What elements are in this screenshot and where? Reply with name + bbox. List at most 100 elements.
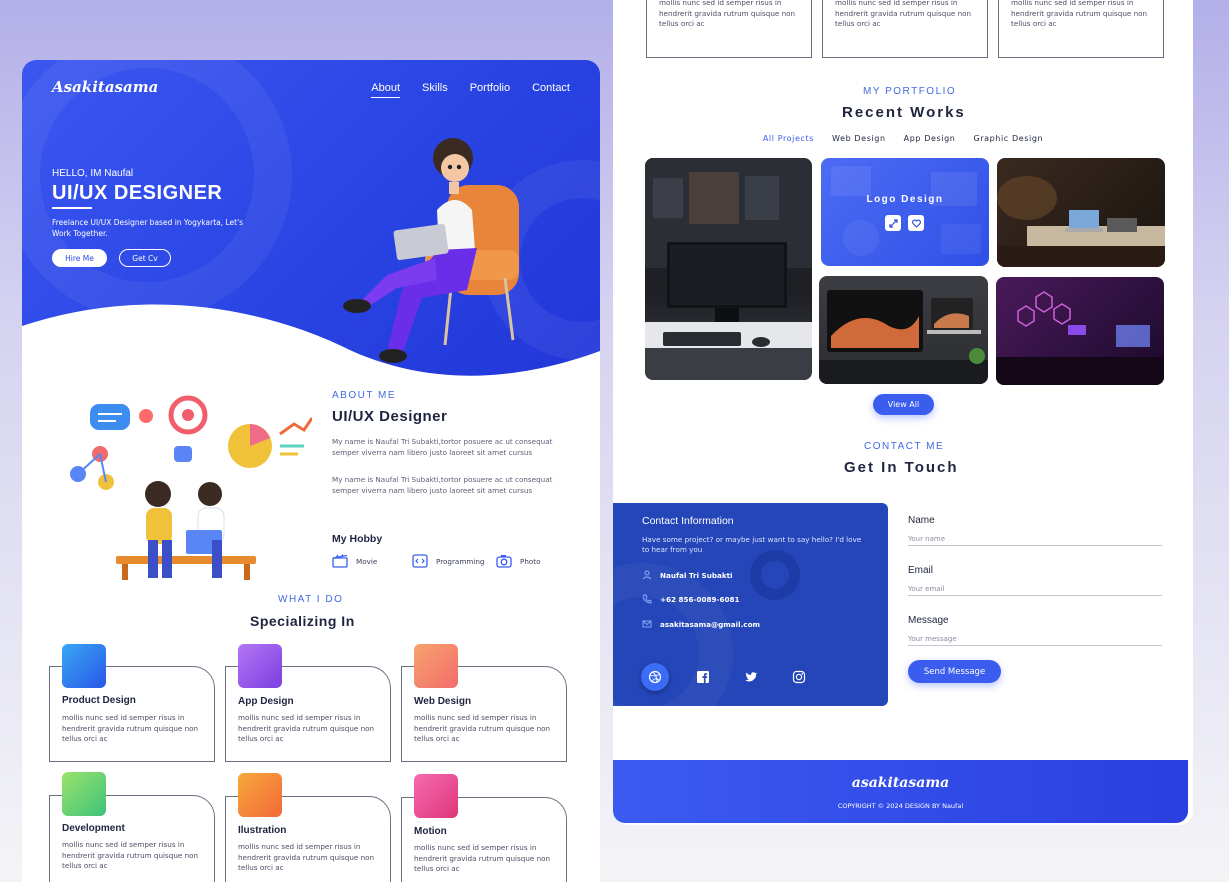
portfolio-tile-desk-setup[interactable]: [645, 158, 812, 380]
portfolio-filters: All Projects Web Design App Design Graph…: [613, 134, 1193, 143]
name-label: Name: [908, 515, 935, 526]
service-desc: mollis nunc sed id semper risus in hendr…: [414, 713, 551, 744]
filter-web-design[interactable]: Web Design: [832, 134, 886, 143]
twitter-icon[interactable]: [737, 663, 765, 691]
portfolio-tile-neon-room[interactable]: [996, 277, 1164, 385]
instagram-icon[interactable]: [785, 663, 813, 691]
hero-role: UI/UX DESIGNER: [52, 182, 223, 204]
filter-all-projects[interactable]: All Projects: [763, 134, 814, 143]
dribbble-icon[interactable]: [641, 663, 669, 691]
brand-logo[interactable]: Asakitasama: [52, 78, 158, 96]
hobby-label: Movie: [356, 556, 378, 566]
portfolio-tile-logo-design[interactable]: Logo Design: [821, 158, 989, 266]
service-desc: mollis nunc sed id semper risus in hendr…: [414, 843, 551, 874]
message-input[interactable]: [908, 632, 1162, 646]
web-design-icon: [414, 644, 458, 688]
motion-icon: [414, 774, 458, 818]
about-kicker: ABOUT ME: [332, 390, 397, 401]
footer-logo: asakitasama: [851, 775, 950, 791]
service-desc: mollis nunc sed id semper risus in hendr…: [835, 0, 972, 29]
hero-character-illustration: [343, 138, 519, 363]
about-paragraph-1: My name is Naufal Tri Subakti,tortor pos…: [332, 437, 553, 457]
social-links: [641, 663, 813, 691]
service-card-development-top[interactable]: Development mollis nunc sed id semper ri…: [646, 0, 812, 58]
view-all-button[interactable]: View All: [873, 394, 934, 415]
contact-phone-row: +62 856-0089-6081: [642, 594, 740, 604]
service-card-motion-top[interactable]: Motion mollis nunc sed id semper risus i…: [998, 0, 1164, 58]
contact-decor-ring: [750, 550, 800, 600]
message-label: Message: [908, 615, 949, 626]
services-kicker: WHAT I DO: [278, 594, 344, 605]
nav-link-skills[interactable]: Skills: [422, 82, 448, 98]
contact-kicker: CONTACT ME: [864, 441, 945, 452]
about-paragraph-2: My name is Naufal Tri Subakti,tortor pos…: [332, 475, 553, 495]
nav-link-portfolio[interactable]: Portfolio: [470, 82, 510, 98]
service-title: Motion: [414, 826, 447, 837]
service-desc: mollis nunc sed id semper risus in hendr…: [62, 713, 199, 744]
hobby-label: Programming: [436, 556, 485, 566]
nav-link-about[interactable]: About: [371, 82, 401, 98]
contact-card-subtitle: Have some project? or maybe just want to…: [642, 535, 862, 554]
landing-page-left: Asakitasama About Skills Portfolio Conta…: [22, 60, 600, 882]
service-title: App Design: [238, 696, 294, 707]
hobby-photo: Photo: [496, 554, 541, 568]
contact-phone: +62 856-0089-6081: [660, 594, 740, 604]
portfolio-title: Recent Works: [842, 104, 966, 121]
tile-hover-title: Logo Design: [866, 194, 944, 205]
nav-link-contact[interactable]: Contact: [532, 82, 570, 98]
camera-icon: [496, 555, 512, 568]
service-desc: mollis nunc sed id semper risus in hendr…: [238, 842, 375, 873]
mail-icon: [642, 620, 652, 628]
contact-name-row: Naufal Tri Subakti: [642, 570, 733, 580]
service-title: Ilustration: [238, 825, 287, 836]
get-cv-button[interactable]: Get Cv: [119, 249, 171, 267]
footer: asakitasama COPYRIGHT © 2024 DESIGN BY N…: [613, 760, 1188, 823]
contact-title: Get In Touch: [844, 459, 959, 476]
product-design-icon: [62, 644, 106, 688]
code-icon: [412, 554, 428, 568]
email-input[interactable]: [908, 582, 1162, 596]
contact-email-row: asakitasama@gmail.com: [642, 619, 760, 629]
facebook-icon[interactable]: [689, 663, 717, 691]
logo-design-image: [831, 166, 981, 256]
hobby-movie: Movie: [332, 554, 377, 568]
about-illustration: [70, 395, 312, 580]
hobby-title: My Hobby: [332, 533, 383, 545]
hero-underline: [52, 207, 92, 209]
contact-card-title: Contact Information: [642, 515, 734, 527]
portfolio-kicker: MY PORTFOLIO: [863, 86, 957, 97]
name-input[interactable]: [908, 532, 1162, 546]
phone-icon: [642, 594, 652, 604]
filter-graphic-design[interactable]: Graphic Design: [973, 134, 1043, 143]
service-card-illustration-top[interactable]: Ilustration mollis nunc sed id semper ri…: [822, 0, 988, 58]
illustration-icon: [238, 773, 282, 817]
clapperboard-icon: [332, 554, 348, 568]
send-message-button[interactable]: Send Message: [908, 660, 1001, 683]
contact-email: asakitasama@gmail.com: [660, 619, 760, 629]
development-icon: [62, 772, 106, 816]
contact-info-card: Contact Information Have some project? o…: [613, 503, 888, 706]
monitors-image: [819, 290, 988, 384]
portfolio-tile-cafe-laptop[interactable]: [997, 158, 1165, 267]
landing-page-right: Development mollis nunc sed id semper ri…: [613, 0, 1193, 825]
service-desc: mollis nunc sed id semper risus in hendr…: [62, 840, 199, 871]
neon-room-image: [996, 291, 1164, 385]
cafe-laptop-image: [997, 176, 1165, 267]
main-nav: About Skills Portfolio Contact: [371, 82, 570, 98]
service-desc: mollis nunc sed id semper risus in hendr…: [1011, 0, 1148, 29]
service-title: Development: [62, 823, 125, 834]
services-title: Specializing In: [250, 613, 355, 629]
about-title: UI/UX Designer: [332, 408, 448, 425]
hire-me-button[interactable]: Hire Me: [52, 249, 107, 267]
footer-copyright: COPYRIGHT © 2024 DESIGN BY Naufal: [837, 802, 964, 810]
heart-icon[interactable]: [908, 215, 924, 231]
portfolio-tile-monitors[interactable]: [819, 276, 988, 384]
filter-app-design[interactable]: App Design: [904, 134, 956, 143]
desk-setup-image: [645, 158, 812, 380]
email-label: Email: [908, 565, 934, 576]
expand-icon[interactable]: [885, 215, 901, 231]
hobby-label: Photo: [520, 556, 541, 566]
service-desc: mollis nunc sed id semper risus in hendr…: [659, 0, 796, 29]
user-icon: [642, 570, 652, 580]
app-design-icon: [238, 644, 282, 688]
